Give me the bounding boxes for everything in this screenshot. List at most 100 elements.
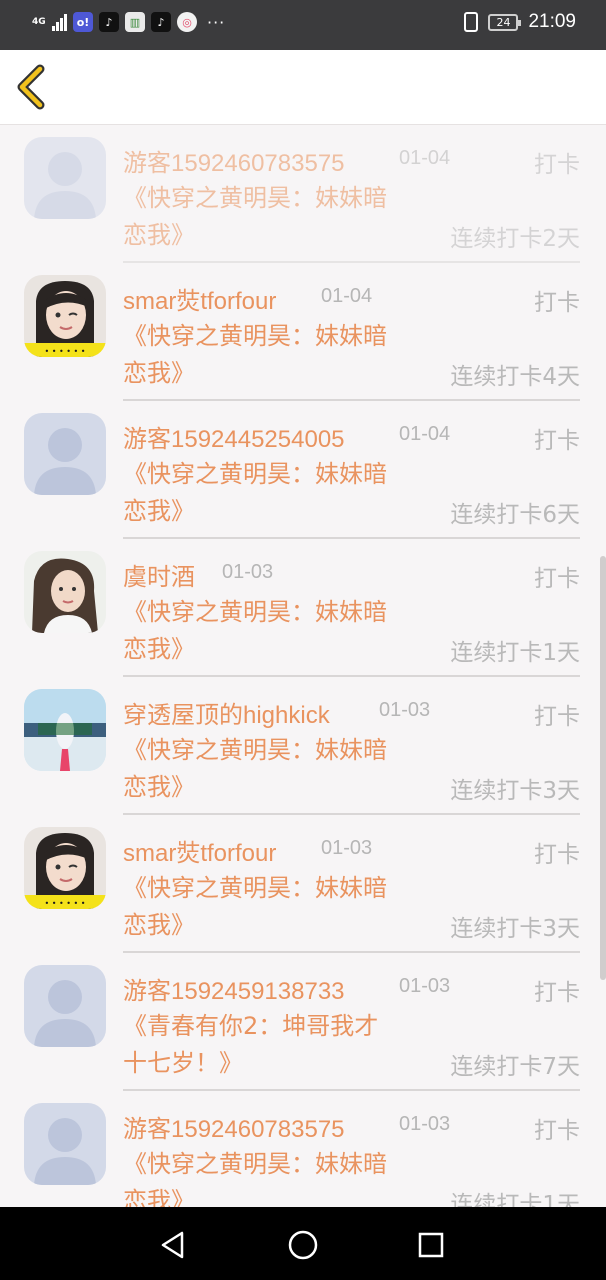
user-avatar: • • • • • • xyxy=(24,275,106,357)
book-title[interactable]: 《快穿之黄明昊：妹妹暗 恋我》 xyxy=(123,732,443,806)
user-name: 游客1592460783575 xyxy=(123,150,345,177)
book-title[interactable]: 《快穿之黄明昊：妹妹暗 恋我》 xyxy=(123,870,443,944)
book-title[interactable]: 《快穿之黄明昊：妹妹暗恋我》 xyxy=(123,1146,443,1207)
book-title-line: 恋我》 xyxy=(123,359,195,387)
back-nav-button[interactable] xyxy=(153,1225,193,1265)
battery-icon: 24 xyxy=(488,13,522,31)
checkin-label: 打卡 xyxy=(534,428,580,454)
network-type: 4G xyxy=(32,16,46,27)
book-title[interactable]: 《快穿之黄明昊：妹妹暗 恋我》 xyxy=(123,594,443,668)
status-bar: 4G o! ♪ ▥ ♪ ◎ ··· 24 21:09 xyxy=(0,0,606,50)
checkin-date: 01-03 xyxy=(222,561,274,583)
triangle-back-icon xyxy=(161,1231,184,1259)
scrollbar[interactable] xyxy=(600,556,606,980)
checkin-record[interactable]: 游客1592459138733 01-03 打卡 《青春有你2：坤哥我才 十七岁！… xyxy=(0,953,606,1091)
book-title[interactable]: 《快穿之黄明昊：妹妹暗 恋我》 xyxy=(123,318,443,392)
user-avatar xyxy=(24,689,106,771)
checkin-list[interactable]: 游客1592460783575 01-04 打卡 《快穿之黄明昊：妹妹暗 恋我》 … xyxy=(0,125,606,1207)
checkin-record[interactable]: 游客1592460783575 01-03 打卡 《快穿之黄明昊：妹妹暗 恋我》 … xyxy=(0,1091,606,1207)
svg-text:• • • • • •: • • • • • • xyxy=(44,899,85,908)
streak-text: 连续打卡3天 xyxy=(450,916,580,942)
back-button[interactable] xyxy=(14,64,54,110)
book-title-line: 恋我》 xyxy=(123,911,195,939)
book-title-line: 《青春有你2：坤哥我才 xyxy=(123,1012,379,1040)
user-avatar xyxy=(24,551,106,633)
status-right: 24 21:09 xyxy=(464,11,576,33)
user-name: smar焋tforfour xyxy=(123,840,277,867)
checkin-record[interactable]: 虞时酒 01-03 打卡 《快穿之黄明昊：妹妹暗 恋我》 连续打卡1天 xyxy=(0,539,606,677)
checkin-date: 01-04 xyxy=(321,285,373,307)
checkin-date: 01-03 xyxy=(399,1113,451,1135)
streak-text: 连续打卡1天 xyxy=(450,640,580,666)
checkin-label: 打卡 xyxy=(534,1118,580,1144)
book-title-line: 《快穿之黄明昊：妹妹暗 xyxy=(123,460,387,488)
user-name: smar焋tforfour xyxy=(123,288,277,315)
user-name: 游客1592445254005 xyxy=(123,426,345,453)
book-title-line: 恋我》 xyxy=(123,221,195,249)
default-avatar xyxy=(24,1103,106,1185)
user-name: 虞时酒 xyxy=(123,564,195,591)
checkin-date: 01-03 xyxy=(379,699,431,721)
vibrate-icon xyxy=(464,12,479,32)
book-title-line: 《快穿之黄明昊：妹妹暗 xyxy=(123,184,387,212)
user-name: 游客1592459138733 xyxy=(123,978,345,1005)
book-title-line: 恋我》 xyxy=(123,773,195,801)
checkin-record[interactable]: • • • • • • smar焋tforfour 01-03 打卡 《快穿之黄… xyxy=(0,815,606,953)
book-title-line: 《快穿之黄明昊：妹妹暗 xyxy=(123,322,387,350)
home-nav-button[interactable] xyxy=(283,1225,323,1265)
svg-text:• • • • • •: • • • • • • xyxy=(44,347,85,356)
chevron-left-icon xyxy=(17,64,45,110)
default-avatar xyxy=(24,413,106,495)
streak-text: 连续打卡7天 xyxy=(450,1054,580,1080)
checkin-label: 打卡 xyxy=(534,152,580,178)
checkin-label: 打卡 xyxy=(534,704,580,730)
square-recents-icon xyxy=(418,1232,444,1258)
book-title-line: 《快穿之黄明昊：妹妹暗 xyxy=(123,598,387,626)
book-title-line: 恋我》 xyxy=(123,497,195,525)
checkin-label: 打卡 xyxy=(534,980,580,1006)
app-notification-icon: ▥ xyxy=(125,12,145,32)
streak-text: 连续打卡1天 xyxy=(450,1192,580,1207)
book-title-line: 《快穿之黄明昊：妹妹暗 xyxy=(123,736,387,764)
checkin-record[interactable]: 穿透屋顶的highkick 01-03 打卡 《快穿之黄明昊：妹妹暗 恋我》 连续… xyxy=(0,677,606,815)
tiktok-notification-icon: ♪ xyxy=(151,12,171,32)
app-notification-icon: o! xyxy=(73,12,93,32)
user-name: 游客1592460783575 xyxy=(123,1116,345,1143)
clock: 21:09 xyxy=(528,11,576,32)
streak-text: 连续打卡4天 xyxy=(450,364,580,390)
checkin-date: 01-03 xyxy=(399,975,451,997)
app-notification-icon: ◎ xyxy=(177,12,197,32)
checkin-date: 01-04 xyxy=(399,147,451,169)
book-title-line: 《快穿之黄明昊：妹妹暗 xyxy=(123,1150,387,1178)
top-nav-bar xyxy=(0,50,606,125)
checkin-date: 01-03 xyxy=(321,837,373,859)
more-notifications-icon: ··· xyxy=(207,12,226,32)
circle-home-icon xyxy=(288,1230,318,1260)
recents-nav-button[interactable] xyxy=(411,1225,451,1265)
signal-icon xyxy=(52,13,67,31)
book-title-line: 恋我》 xyxy=(123,635,195,663)
streak-text: 连续打卡2天 xyxy=(450,226,580,252)
tiktok-notification-icon: ♪ xyxy=(99,12,119,32)
checkin-date: 01-04 xyxy=(399,423,451,445)
user-name: 穿透屋顶的highkick xyxy=(123,702,330,729)
book-title-line: 《快穿之黄明昊：妹妹暗 xyxy=(123,874,387,902)
checkin-record[interactable]: 游客1592460783575 01-04 打卡 《快穿之黄明昊：妹妹暗 恋我》 … xyxy=(0,125,606,263)
book-title[interactable]: 《快穿之黄明昊：妹妹暗 恋我》 xyxy=(123,456,443,530)
default-avatar xyxy=(24,137,106,219)
status-left: 4G o! ♪ ▥ ♪ ◎ ··· xyxy=(32,12,225,32)
default-avatar xyxy=(24,965,106,1047)
system-navigation-bar xyxy=(0,1207,606,1280)
checkin-label: 打卡 xyxy=(534,566,580,592)
checkin-label: 打卡 xyxy=(534,842,580,868)
user-avatar: • • • • • • xyxy=(24,827,106,909)
book-title-line: 十七岁！》 xyxy=(123,1049,243,1077)
book-title[interactable]: 《青春有你2：坤哥我才 十七岁！》 xyxy=(123,1008,443,1082)
streak-text: 连续打卡6天 xyxy=(450,502,580,528)
book-title[interactable]: 《快穿之黄明昊：妹妹暗 恋我》 xyxy=(123,180,443,254)
checkin-record[interactable]: • • • • • • smar焋tforfour 01-04 打卡 《快穿之黄… xyxy=(0,263,606,401)
checkin-label: 打卡 xyxy=(534,290,580,316)
streak-text: 连续打卡3天 xyxy=(450,778,580,804)
book-title-line: 恋我》 xyxy=(123,1187,195,1207)
checkin-record[interactable]: 游客1592445254005 01-04 打卡 《快穿之黄明昊：妹妹暗 恋我》 … xyxy=(0,401,606,539)
